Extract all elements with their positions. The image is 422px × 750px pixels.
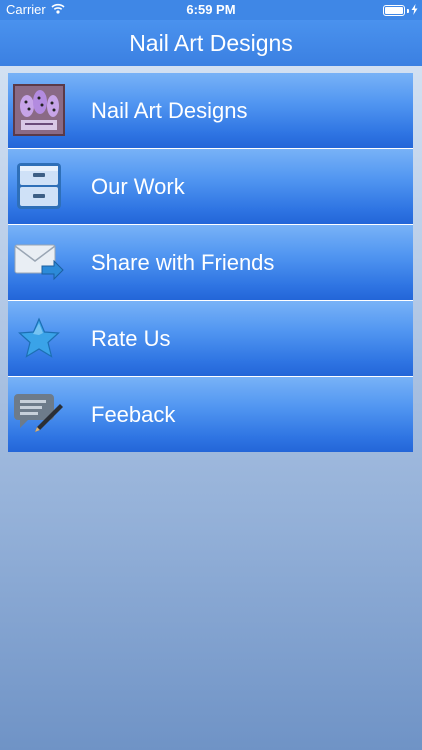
charging-bolt-icon <box>411 3 418 18</box>
menu-item-rate-us[interactable]: Rate Us <box>8 301 413 376</box>
menu-item-label: Our Work <box>91 174 185 199</box>
envelope-share-icon <box>12 235 66 289</box>
menu-item-label: Feeback <box>91 402 176 427</box>
battery-indicator <box>383 3 418 18</box>
menu-item-label: Nail Art Designs <box>91 98 248 123</box>
drawer-cabinet-icon <box>12 159 66 213</box>
menu-item-label: Rate Us <box>91 326 171 351</box>
menu-item-share-with-friends[interactable]: Share with Friends <box>8 225 413 300</box>
nav-bar: Nail Art Designs <box>0 20 422 66</box>
page-title: Nail Art Designs <box>129 30 293 56</box>
clock: 6:59 PM <box>186 2 236 17</box>
menu-item-feedback[interactable]: Feeback <box>8 377 413 452</box>
battery-icon <box>383 5 405 16</box>
battery-tip <box>407 8 409 13</box>
chat-pencil-icon <box>12 387 66 441</box>
nail-art-thumbnail-icon <box>12 83 66 137</box>
menu-item-our-work[interactable]: Our Work <box>8 149 413 224</box>
star-icon <box>12 311 66 365</box>
battery-fill <box>385 7 403 14</box>
main-menu: Nail Art Designs Our Work Share with Fri… <box>8 73 413 452</box>
status-bar: Carrier 6:59 PM <box>0 0 422 20</box>
menu-item-nail-art-designs[interactable]: Nail Art Designs <box>8 73 413 148</box>
menu-item-label: Share with Friends <box>91 250 275 275</box>
